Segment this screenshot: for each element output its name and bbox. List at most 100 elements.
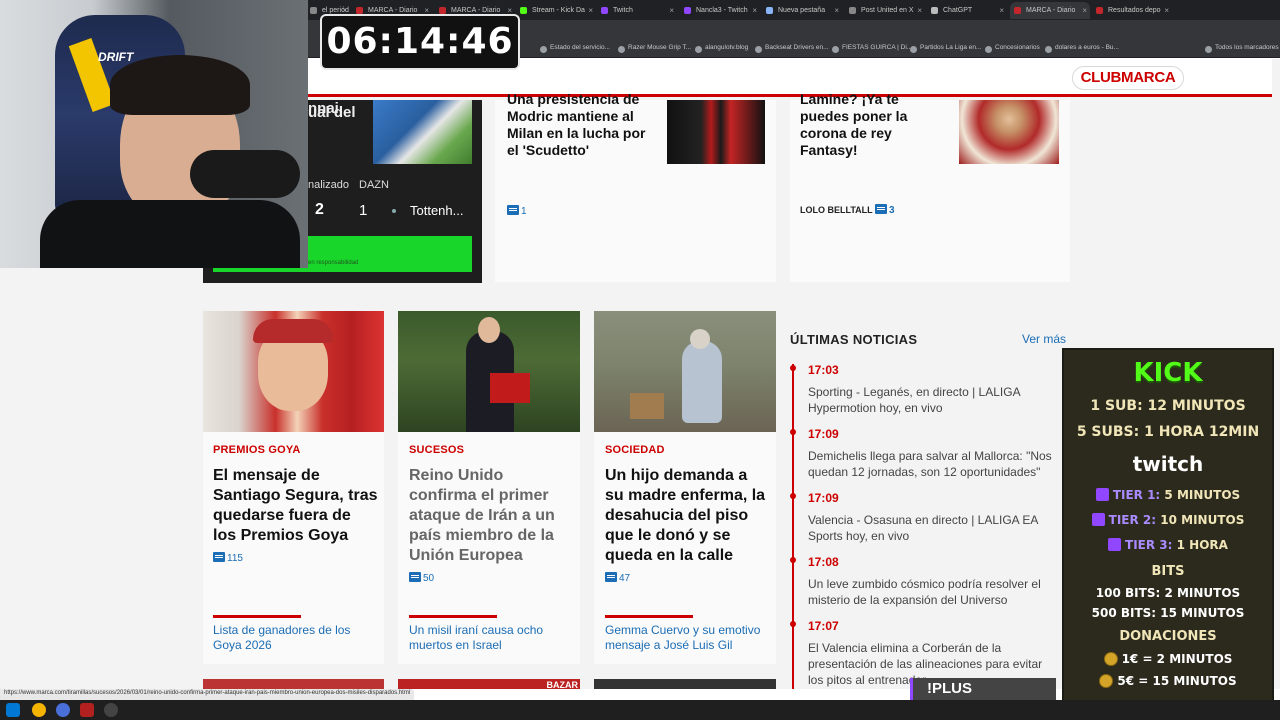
top-card-author: LOLO BELLTALL 3 xyxy=(800,204,895,216)
article-comments[interactable]: 115 xyxy=(213,552,243,564)
donation-5: 5€ = 15 MINUTOS xyxy=(1064,674,1272,688)
bookmark-favicon-icon xyxy=(618,46,625,53)
news-item[interactable]: Un leve zumbido cósmico podría resolver … xyxy=(808,576,1060,608)
article-card-goya[interactable]: PREMIOS GOYA El mensaje de Santiago Segu… xyxy=(203,311,384,664)
top-card-headline[interactable]: Lamine? ¡Ya te puedes poner la corona de… xyxy=(800,91,950,159)
news-time: 17:09 xyxy=(808,427,839,441)
browser-tab[interactable]: Nueva pestaña × xyxy=(762,2,842,19)
app-icon[interactable] xyxy=(56,703,70,717)
head-shape xyxy=(478,317,500,343)
bits-100: 100 BITS: 2 MINUTOS xyxy=(1095,586,1241,600)
all-bookmarks-label: Todos los marcadores xyxy=(1215,44,1279,51)
bookmark-item[interactable]: Estado del servicio... xyxy=(540,44,610,53)
bookmark-item[interactable]: alangulotv.blog xyxy=(695,44,748,53)
news-item[interactable]: Valencia - Osasuna en directo | LALIGA E… xyxy=(808,512,1060,544)
away-score: 1 xyxy=(359,202,368,219)
coin-icon xyxy=(1103,652,1118,666)
bookmark-item[interactable]: FIESTAS GUIRCA | Di... xyxy=(832,44,912,53)
tab-label: MARCA - Diario xyxy=(1026,7,1076,14)
bits-500: 500 BITS: 15 MINUTOS xyxy=(1091,606,1245,620)
twitch-icon xyxy=(1095,488,1109,501)
kick-logo: KICK xyxy=(1133,358,1203,388)
browser-tab[interactable]: MARCA - Diario × xyxy=(1010,2,1090,19)
browser-tab[interactable]: Nancla3 - Twitch × xyxy=(680,2,760,19)
santiago-segura-photo[interactable] xyxy=(203,311,384,432)
obs-icon[interactable] xyxy=(80,703,94,717)
article-card-sociedad[interactable]: SOCIEDAD Un hijo demanda a su madre enfe… xyxy=(594,311,776,664)
bookmark-favicon-icon xyxy=(695,46,702,53)
tab-close-icon[interactable]: × xyxy=(669,2,674,19)
news-item[interactable]: Demichelis llega para salvar al Mallorca… xyxy=(808,448,1060,480)
tab-close-icon[interactable]: × xyxy=(999,2,1004,19)
tab-favicon-icon xyxy=(356,7,363,14)
bookmark-favicon-icon xyxy=(755,46,762,53)
twitch-logo: twitch xyxy=(1132,452,1204,476)
browser-tab[interactable]: Resultados depo × xyxy=(1092,2,1172,19)
app-icon-2[interactable] xyxy=(104,703,118,717)
article-category[interactable]: PREMIOS GOYA xyxy=(213,444,301,456)
author-name: LOLO BELLTALL xyxy=(800,205,873,215)
bookmark-item[interactable]: Backseat Drivers en... xyxy=(755,44,829,53)
news-item[interactable]: Sporting - Leganés, en directo | LALIGA … xyxy=(808,384,1060,416)
tab-close-icon[interactable]: × xyxy=(1164,2,1169,19)
next-card-1[interactable] xyxy=(203,679,384,689)
tab-close-icon[interactable]: × xyxy=(752,2,757,19)
tab-close-icon[interactable]: × xyxy=(917,2,922,19)
comment-icon xyxy=(409,572,421,582)
news-dot xyxy=(790,429,796,435)
tab-favicon-icon xyxy=(310,7,317,14)
tab-close-icon[interactable]: × xyxy=(588,2,593,19)
bookmark-item[interactable]: Concesionarios xyxy=(985,44,1040,53)
bookmark-item[interactable]: dolares a euros - Bu... xyxy=(1045,44,1119,53)
lamine-king-photo[interactable] xyxy=(959,100,1059,164)
article-headline[interactable]: El mensaje de Santiago Segura, tras qued… xyxy=(213,466,378,546)
top-card-headline[interactable]: Una presistencia de Modric mantiene al M… xyxy=(507,91,657,159)
betting-banner[interactable] xyxy=(308,236,472,272)
browser-tab[interactable]: Twitch × xyxy=(597,2,677,19)
windows-start-icon[interactable] xyxy=(6,703,20,717)
milan-player-photo[interactable] xyxy=(667,100,765,164)
tier2-row: TIER 2: 10 MINUTOS xyxy=(1064,513,1272,527)
twitch-icon xyxy=(1091,513,1105,526)
bookmark-label: Estado del servicio... xyxy=(550,44,610,51)
chrome-icon[interactable] xyxy=(32,703,46,717)
top-card-comments[interactable]: 3 xyxy=(875,204,895,216)
uk-politician-photo[interactable] xyxy=(398,311,580,432)
taskbar xyxy=(0,700,1280,720)
disclaimer: en responsabilidad xyxy=(308,260,359,266)
all-bookmarks[interactable]: Todos los marcadores xyxy=(1205,44,1279,53)
next-card-2[interactable]: BAZAR xyxy=(398,679,580,689)
comment-count: 47 xyxy=(619,573,631,584)
tab-favicon-icon xyxy=(520,7,527,14)
top-card-milan[interactable]: Una presistencia de Modric mantiene al M… xyxy=(495,91,776,282)
elderly-woman-photo[interactable] xyxy=(594,311,776,432)
top-card-fantasy[interactable]: Lamine? ¡Ya te puedes poner la corona de… xyxy=(790,91,1070,282)
bookmark-item[interactable]: Partidos La Liga en... xyxy=(910,44,981,53)
article-headline[interactable]: Reino Unido confirma el primer ataque de… xyxy=(409,466,574,566)
related-link[interactable]: Gemma Cuervo y su emotivo mensaje a José… xyxy=(605,623,770,653)
article-headline[interactable]: Un hijo demanda a su madre enferma, la d… xyxy=(605,466,770,566)
tab-label: Nueva pestaña xyxy=(778,7,826,14)
article-category[interactable]: SUCESOS xyxy=(409,444,464,456)
related-link[interactable]: Un misil iraní causa ocho muertos en Isr… xyxy=(409,623,574,653)
tab-close-icon[interactable]: × xyxy=(1082,2,1087,19)
football-match-photo[interactable] xyxy=(373,100,472,164)
article-category[interactable]: SOCIEDAD xyxy=(605,444,665,456)
article-comments[interactable]: 50 xyxy=(409,572,434,584)
tab-close-icon[interactable]: × xyxy=(834,2,839,19)
microphone xyxy=(190,150,300,198)
browser-tab[interactable]: Stream - Kick Da × xyxy=(516,2,596,19)
related-link[interactable]: Lista de ganadores de los Goya 2026 xyxy=(213,623,378,653)
club-marca-button[interactable]: CLUBMARCA xyxy=(1072,66,1184,90)
next-card-3[interactable] xyxy=(594,679,776,689)
top-card-comments[interactable]: 1 xyxy=(507,205,527,217)
tab-favicon-icon xyxy=(849,7,856,14)
ver-mas-link[interactable]: Ver más xyxy=(1022,332,1066,346)
article-card-sucesos[interactable]: SUCESOS Reino Unido confirma el primer a… xyxy=(398,311,580,664)
browser-tab[interactable]: Post United en X × xyxy=(845,2,925,19)
article-comments[interactable]: 47 xyxy=(605,572,630,584)
tab-favicon-icon xyxy=(601,7,608,14)
browser-tab[interactable]: ChatGPT × xyxy=(927,2,1007,19)
box-shape xyxy=(630,393,664,419)
bookmark-item[interactable]: Razer Mouse Grip T... xyxy=(618,44,691,53)
